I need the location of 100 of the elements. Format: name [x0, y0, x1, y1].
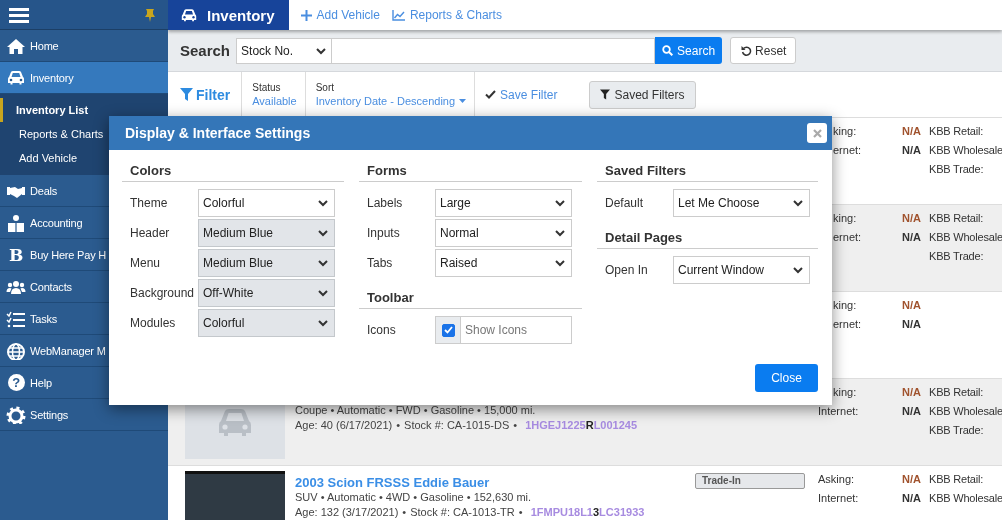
line-chart-icon: [391, 9, 405, 21]
kbb-label: KBB Trade:: [929, 250, 985, 264]
dropdown[interactable]: Raised: [435, 249, 572, 277]
chevron-down-icon: [792, 197, 804, 209]
dropdown[interactable]: Colorful: [198, 189, 335, 217]
section-heading: Forms: [359, 160, 582, 182]
plus-icon: [300, 9, 312, 21]
saved-filters-button[interactable]: Saved Filters: [589, 80, 696, 109]
price-label: king:: [832, 125, 858, 139]
field-label: Tabs: [367, 256, 394, 270]
kbb-label: KBB Retail:: [929, 386, 985, 400]
asking-price: N/A: [902, 386, 922, 400]
kbb-label: KBB Retail:: [929, 125, 985, 139]
stock-number: Stock #: CA-1013-TR: [410, 506, 515, 518]
dropdown[interactable]: Normal: [435, 219, 572, 247]
vin-number: 1HGEJ1225RL001245: [525, 419, 638, 431]
sidebar-item-label: Home: [30, 39, 59, 52]
sidebar-item-label: Tasks: [30, 312, 58, 325]
car-icon: [180, 7, 198, 23]
sidebar-item-label: WebManager M: [30, 344, 106, 357]
search-icon: [662, 45, 674, 56]
section-heading: Detail Pages: [597, 227, 818, 249]
gear-icon: [6, 405, 26, 424]
globe-icon: [6, 341, 26, 360]
field-label: Inputs: [367, 226, 401, 240]
search-button[interactable]: Search: [655, 37, 723, 64]
sort-link[interactable]: Inventory Date - Descending: [315, 95, 456, 107]
field-label: Open In: [605, 263, 649, 277]
close-icon: [812, 128, 822, 138]
close-button[interactable]: [807, 123, 827, 143]
chevron-down-icon: [554, 227, 566, 239]
internet-price: N/A: [902, 492, 922, 506]
field-label: Icons: [367, 323, 397, 337]
internet-price: N/A: [902, 405, 922, 419]
price-label: Internet:: [818, 492, 860, 506]
vehicle-age: Age: 132 (3/17/2021): [295, 506, 399, 518]
reset-button[interactable]: Reset: [730, 37, 797, 64]
field-label: Theme: [130, 196, 169, 210]
sort-label: Sort: [315, 82, 336, 93]
dropdown[interactable]: Large: [435, 189, 572, 217]
search-type-dropdown[interactable]: Stock No.: [236, 37, 333, 64]
filter-label: Filter: [196, 86, 231, 103]
list-icon: [6, 309, 26, 328]
internet-price: N/A: [902, 144, 922, 158]
header-link[interactable]: Add Vehicle: [300, 0, 380, 30]
pin-icon: [144, 7, 156, 22]
asking-price: N/A: [902, 473, 922, 487]
kbb-label: KBB Trade:: [929, 424, 985, 438]
price-label: king:: [832, 386, 858, 400]
home-icon: [6, 36, 26, 55]
kbb-label: KBB Trade:: [929, 163, 985, 177]
car-icon: [6, 68, 26, 87]
sidebar-item[interactable]: Inventory: [0, 62, 168, 94]
dropdown[interactable]: Current Window: [673, 256, 810, 284]
chevron-down-icon: [317, 197, 329, 209]
asking-price: N/A: [902, 212, 922, 226]
checkbox-label: Show Icons: [464, 322, 528, 339]
kbb-label: KBB Retail:: [929, 473, 985, 487]
stock-number: Stock #: CA-1015-DS: [404, 419, 510, 431]
caret-down-icon: [459, 98, 467, 104]
price-label: Internet:: [818, 405, 860, 419]
sidebar-item-label: Buy Here Pay H: [30, 248, 107, 261]
save-filter-link[interactable]: Save Filter: [485, 72, 590, 117]
price-label: king:: [832, 212, 858, 226]
bullet-separator: •: [518, 506, 523, 518]
menu-icon: [9, 6, 29, 23]
dropdown[interactable]: Let Me Choose: [673, 189, 810, 217]
bullet-separator: •: [402, 506, 407, 518]
asking-price: N/A: [902, 299, 922, 313]
field-label: Menu: [130, 256, 162, 270]
kbb-label: KBB Wholesale: [929, 492, 1002, 506]
field-label: Default: [605, 196, 645, 210]
field-label: Labels: [367, 196, 404, 210]
kbb-label: KBB Wholesale: [929, 231, 1002, 245]
chevron-down-icon: [792, 264, 804, 276]
kbb-label: KBB Retail:: [929, 212, 985, 226]
undo-icon: [741, 45, 753, 56]
funnel-icon: [600, 89, 611, 100]
kbb-label: KBB Wholesale: [929, 405, 1002, 419]
sidebar-item-label: Deals: [30, 184, 58, 197]
price-label: ernet:: [832, 231, 863, 245]
help-icon: ?: [7, 374, 25, 391]
search-field[interactable]: [332, 37, 656, 64]
close-button[interactable]: Close: [755, 364, 818, 392]
checkmark-icon: [485, 90, 497, 99]
search-label: Search: [180, 42, 231, 59]
checkbox[interactable]: [441, 323, 455, 337]
field-label: Header: [130, 226, 171, 240]
chevron-down-icon: [317, 317, 329, 329]
internet-price: N/A: [902, 231, 922, 245]
sidebar-item-label: Help: [30, 376, 52, 389]
vehicle-age: Age: 40 (6/17/2021): [295, 419, 393, 431]
trade-in-tag: Trade-In: [695, 473, 805, 489]
sidebar-item-label: Inventory: [30, 71, 74, 84]
price-label: ernet:: [832, 318, 863, 332]
vehicle-specs: SUV • Automatic • 4WD • Gasoline • 152,630 mi.: [295, 490, 533, 505]
sidebar-item-label: Accounting: [30, 216, 83, 229]
letter-icon: B: [6, 244, 26, 265]
header-link[interactable]: Reports & Charts: [391, 0, 502, 30]
chevron-down-icon: [554, 197, 566, 209]
